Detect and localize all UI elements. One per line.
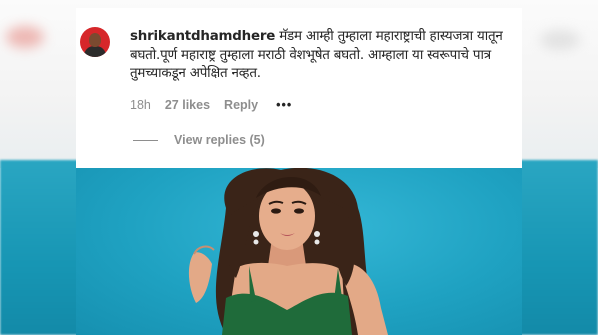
comment-username[interactable]: shrikantdhamdhere [130,29,275,44]
blurred-background-blob [540,30,580,50]
comment-likes[interactable]: 27 likes [165,98,210,112]
post-photo [76,168,522,335]
more-options-icon[interactable]: ••• [276,98,292,112]
comment-card: shrikantdhamdhere मॅडम आम्ही तुम्हाला मह… [76,8,522,168]
view-replies-button[interactable]: View replies (5) [133,133,265,147]
comment-body: shrikantdhamdhere मॅडम आम्ही तुम्हाला मह… [130,28,514,84]
view-replies-label: View replies (5) [174,133,265,147]
comment-meta: 18h 27 likes Reply ••• [130,98,306,112]
avatar-face [89,33,101,47]
comment-time[interactable]: 18h [130,98,151,112]
reply-button[interactable]: Reply [224,98,258,112]
avatar-shirt [84,46,106,57]
blurred-background-blob [6,26,44,48]
avatar[interactable] [80,27,110,57]
portrait-illustration [188,168,388,335]
replies-divider [133,139,158,141]
